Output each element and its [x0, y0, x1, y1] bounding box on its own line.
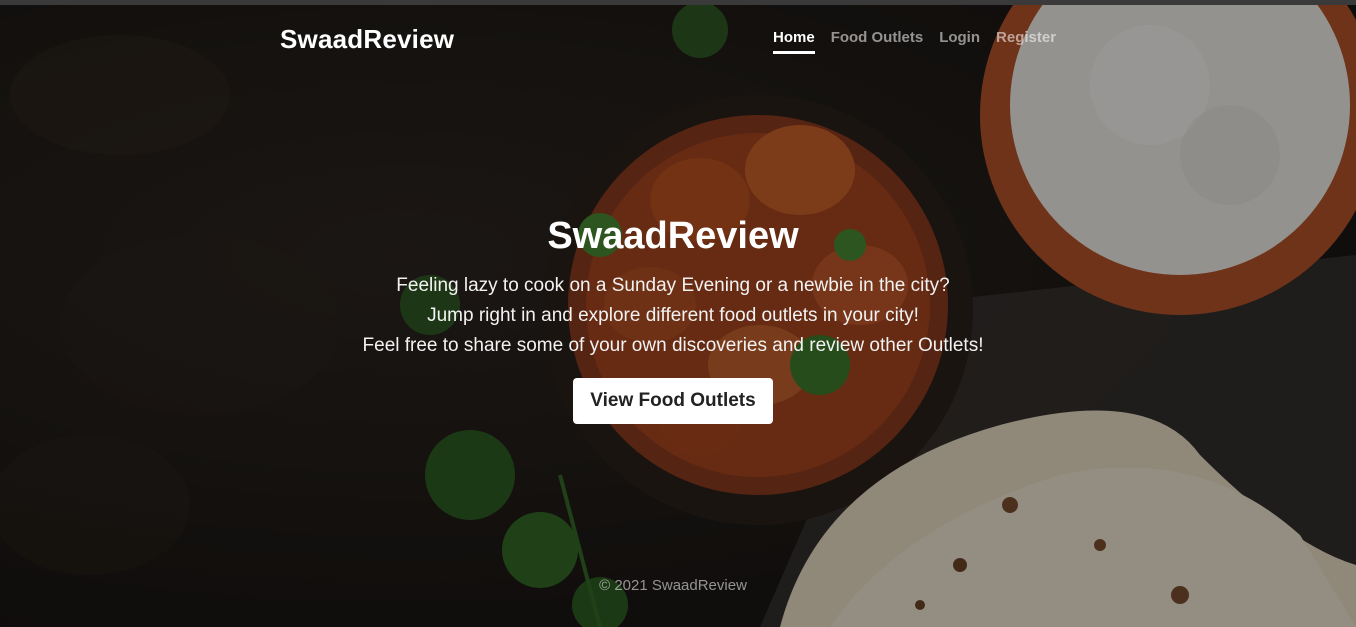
hero-section: SwaadReview Home Food Outlets Login Regi… — [0, 5, 1356, 627]
hero-line-3: Feel free to share some of your own disc… — [362, 335, 984, 356]
hero-content: SwaadReview Feeling lazy to cook on a Su… — [0, 213, 1346, 424]
hero-title: SwaadReview — [547, 215, 799, 257]
hero-line-2: Jump right in and explore different food… — [427, 305, 919, 326]
nav-link-food-outlets[interactable]: Food Outlets — [831, 29, 924, 54]
navbar-links: Home Food Outlets Login Register — [773, 29, 1056, 54]
nav-link-login[interactable]: Login — [939, 29, 980, 54]
nav-link-home[interactable]: Home — [773, 29, 815, 54]
browser-top-edge — [0, 0, 1356, 5]
nav-link-register[interactable]: Register — [996, 29, 1056, 54]
hero-line-1: Feeling lazy to cook on a Sunday Evening… — [396, 275, 950, 296]
navbar-brand[interactable]: SwaadReview — [280, 24, 454, 55]
footer-copyright: © 2021 SwaadReview — [599, 577, 747, 594]
view-food-outlets-button[interactable]: View Food Outlets — [573, 378, 773, 424]
